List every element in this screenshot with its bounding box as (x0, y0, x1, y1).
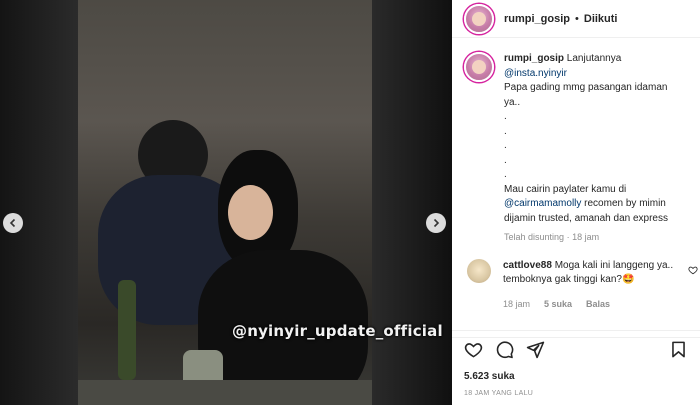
comment-likes[interactable]: 5 suka (544, 297, 572, 312)
caption-meta: Telah disunting · 18 jam (504, 230, 688, 245)
comment-age: 18 jam (503, 298, 531, 309)
comment-text: cattlove88 Moga kali ini langgeng ya.. t… (503, 259, 678, 312)
bookmark-icon (672, 341, 685, 358)
share-icon (526, 341, 545, 359)
comment-button[interactable] (495, 340, 514, 359)
avatar[interactable] (464, 3, 494, 34)
comment-avatar[interactable] (467, 258, 491, 283)
post-panel: rumpi_gosip • Diikuti rumpi_gosip Lanjut… (452, 0, 700, 405)
chevron-right-icon (433, 218, 440, 228)
caption-dot: . (504, 154, 507, 166)
divider (452, 330, 700, 331)
caption-text: rumpi_gosip Lanjutannya @insta.nyinyir P… (504, 52, 688, 245)
post-timestamp: 18 JAM YANG LALU (464, 390, 534, 397)
heart-icon (464, 343, 483, 358)
comment-username[interactable]: cattlove88 (503, 260, 552, 271)
caption-username[interactable]: rumpi_gosip (504, 53, 564, 64)
caption-dot: . (504, 169, 507, 180)
caption-dot: . (504, 125, 507, 137)
caption: rumpi_gosip Lanjutannya @insta.nyinyir P… (452, 46, 700, 245)
chevron-left-icon (9, 218, 16, 228)
edited-label: Telah disunting (504, 232, 565, 242)
caption-mention[interactable]: @insta.nyinyir (504, 68, 567, 79)
caption-promo-mention[interactable]: @cairmamamolly (504, 198, 581, 209)
next-button[interactable] (426, 213, 446, 233)
video-watermark: @nyinyir_update_official (232, 322, 443, 340)
caption-age: 18 jam (572, 232, 600, 242)
previous-button[interactable] (3, 213, 23, 233)
comments-list[interactable]: rumpi_gosip Lanjutannya @insta.nyinyir P… (452, 46, 700, 326)
instagram-post-modal: @nyinyir_update_official rumpi_gosip • D… (0, 0, 700, 405)
caption-dot: . (504, 140, 507, 151)
caption-avatar[interactable] (464, 52, 494, 82)
save-button[interactable] (669, 340, 688, 359)
header-username[interactable]: rumpi_gosip (504, 13, 570, 25)
reply-button[interactable]: Balas (586, 297, 610, 312)
post-media[interactable]: @nyinyir_update_official (0, 0, 452, 405)
comment-meta: 18 jam 5 suka Balas (503, 297, 678, 312)
caption-line1: Papa gading mmg pasangan idaman (504, 82, 668, 93)
meta-separator: · (566, 232, 570, 242)
likes-count[interactable]: 5.623 suka (464, 371, 515, 382)
video-frame (78, 0, 372, 405)
caption-lead: Lanjutannya (566, 53, 622, 64)
caption-promo1: Mau cairin paylater kamu di (504, 183, 627, 195)
action-bar (452, 337, 700, 361)
following-button[interactable]: Diikuti (584, 13, 618, 25)
post-header: rumpi_gosip • Diikuti (452, 0, 700, 38)
comment-item: cattlove88 Moga kali ini langgeng ya.. t… (452, 245, 700, 312)
comment-icon (496, 341, 514, 359)
share-button[interactable] (526, 340, 545, 359)
caption-line2: ya.. (504, 96, 521, 108)
caption-dot: . (504, 111, 507, 122)
header-separator: • (575, 12, 579, 25)
comment-like-heart-icon[interactable] (688, 265, 698, 275)
like-button[interactable] (464, 340, 483, 359)
comment-emoji: 🤩 (621, 274, 635, 285)
